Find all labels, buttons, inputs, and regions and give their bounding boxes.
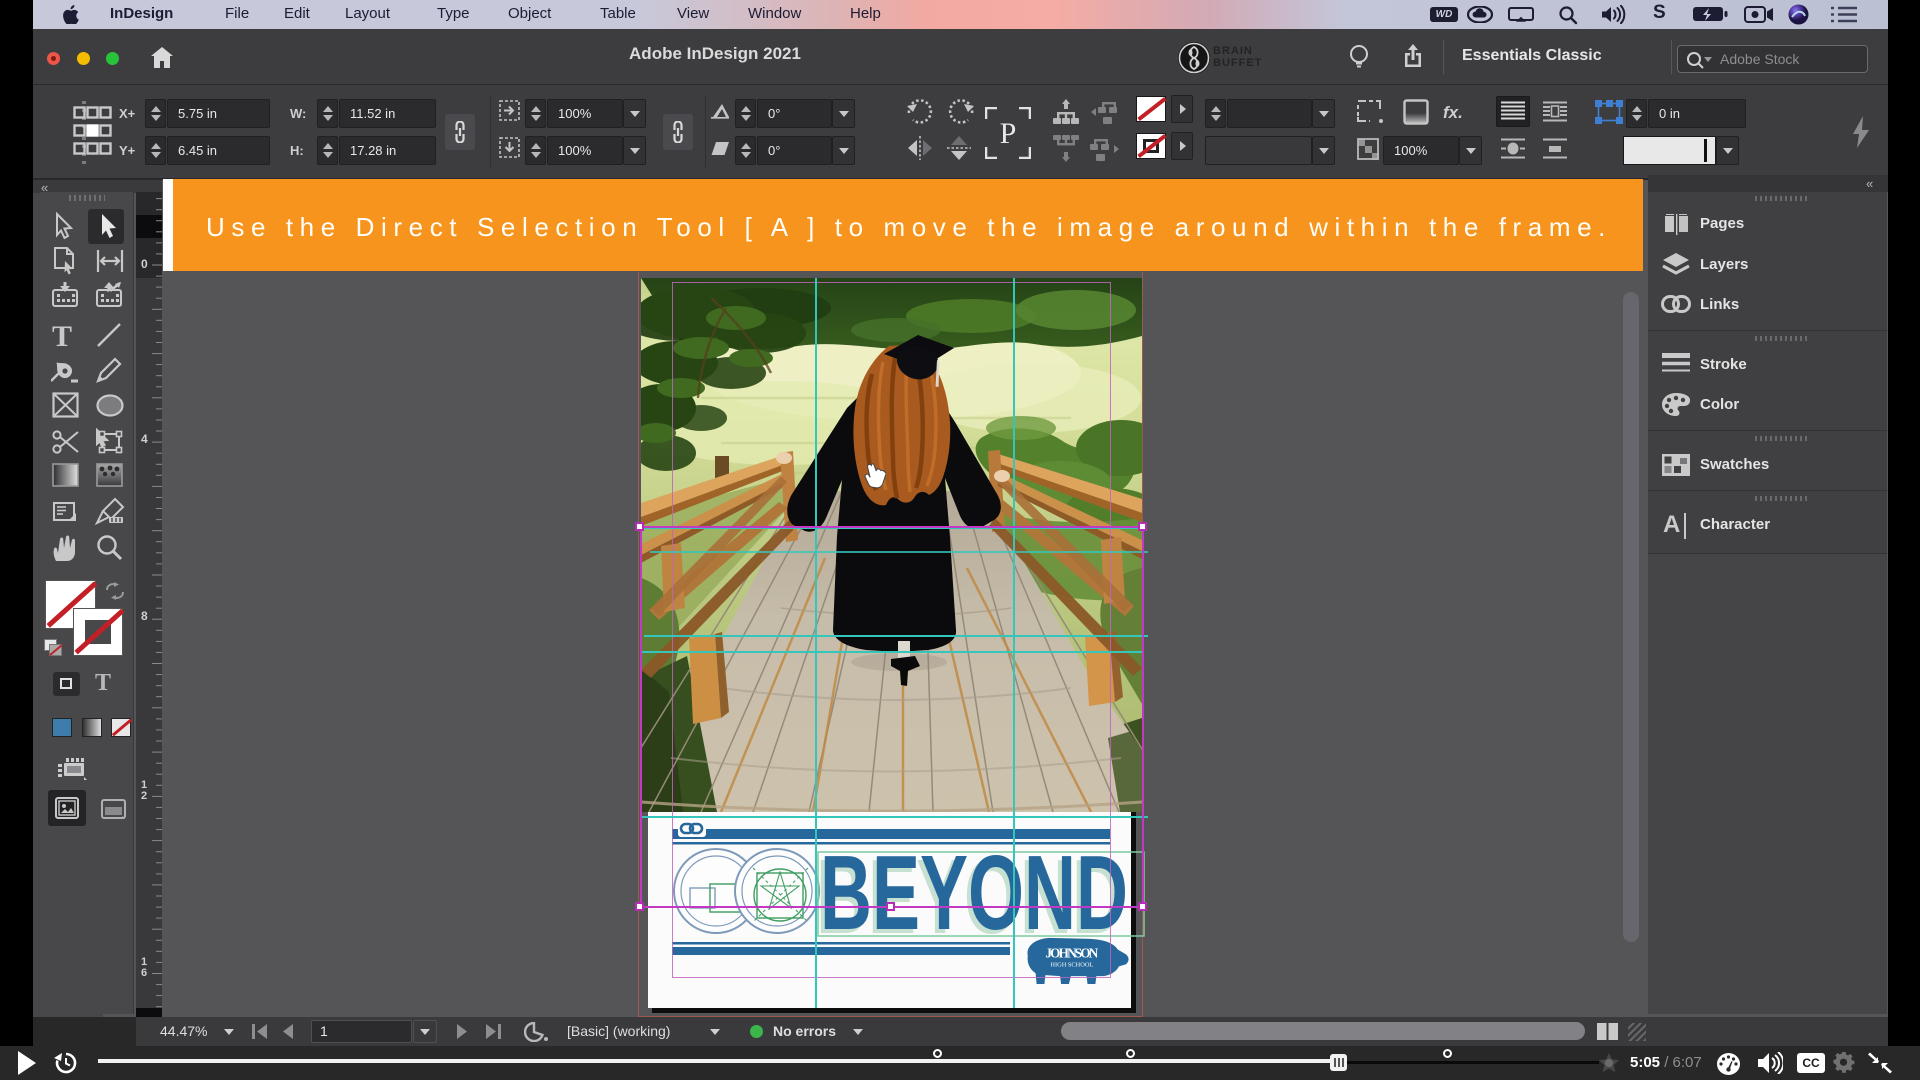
svg-text:P: P	[1000, 117, 1017, 150]
svg-text:JOHNSON: JOHNSON	[1045, 946, 1098, 961]
svg-text:HIGH SCHOOL: HIGH SCHOOL	[1050, 961, 1093, 968]
